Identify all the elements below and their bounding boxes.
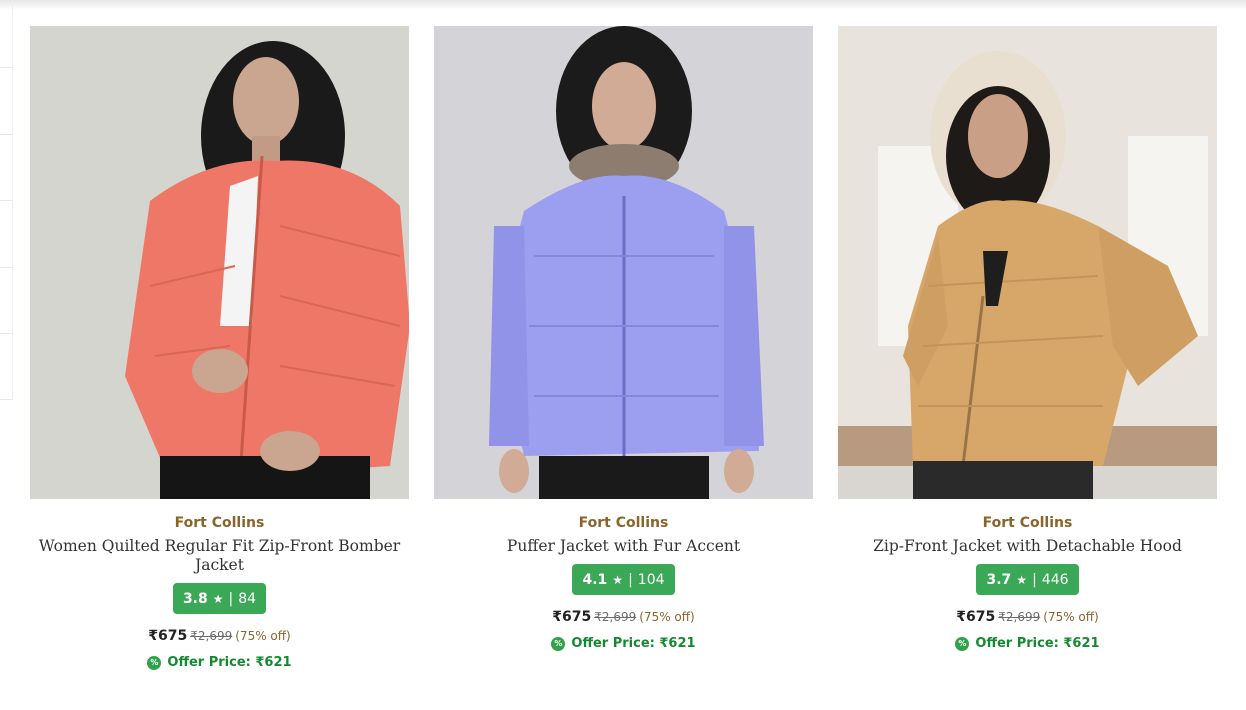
rating-score: 3.7 [986,571,1012,588]
product-image[interactable] [30,26,409,499]
product-photo-icon [838,26,1217,499]
price-row: ₹675 ₹2,699 (75% off) [838,608,1217,627]
rating-badge: 3.7 ★ | 446 [976,564,1079,595]
selling-price: ₹675 [956,609,996,625]
rating-separator: | [628,571,633,588]
product-title[interactable]: Zip-Front Jacket with Detachable Hood [843,537,1213,556]
product-photo-icon [434,26,813,499]
star-icon: ★ [1016,572,1028,587]
selling-price: ₹675 [552,609,592,625]
filter-sidebar-edge [0,0,13,400]
product-grid: Fort Collins Women Quilted Regular Fit Z… [30,26,1217,670]
discount-label: (75% off) [1043,610,1099,624]
review-count: 84 [238,590,257,607]
rating-badge: 4.1 ★ | 104 [572,564,675,595]
rating-score: 3.8 [182,590,208,607]
offer-percent-icon: % [147,655,162,670]
review-count: 446 [1041,571,1069,588]
mrp-price: ₹2,699 [998,610,1041,624]
star-icon: ★ [612,572,624,587]
mrp-price: ₹2,699 [594,610,637,624]
offer-price: Offer Price: ₹621 [975,636,1100,651]
rating-badge: 3.8 ★ | 84 [172,583,267,614]
product-brand: Fort Collins [982,515,1073,531]
price-row: ₹675 ₹2,699 (75% off) [30,627,409,646]
product-card[interactable]: Fort Collins Women Quilted Regular Fit Z… [30,26,409,670]
price-row: ₹675 ₹2,699 (75% off) [434,608,813,627]
product-photo-icon [30,26,409,499]
mrp-price: ₹2,699 [190,629,233,643]
rating-separator: | [228,590,234,607]
product-brand: Fort Collins [578,515,669,531]
product-brand: Fort Collins [174,515,265,531]
star-icon: ★ [212,591,224,606]
discount-label: (75% off) [639,610,695,624]
offer-price-row: % Offer Price: ₹621 [955,636,1100,651]
product-image[interactable] [434,26,813,499]
offer-price-row: % Offer Price: ₹621 [147,655,292,670]
rating-score: 4.1 [582,571,608,588]
product-title[interactable]: Women Quilted Regular Fit Zip-Front Bomb… [35,537,405,575]
product-title[interactable]: Puffer Jacket with Fur Accent [439,537,809,556]
offer-price: Offer Price: ₹621 [167,655,292,670]
offer-percent-icon: % [551,636,566,651]
selling-price: ₹675 [148,628,188,644]
rating-separator: | [1032,571,1037,588]
offer-price-row: % Offer Price: ₹621 [551,636,696,651]
product-image[interactable] [838,26,1217,499]
product-card[interactable]: Fort Collins Zip-Front Jacket with Detac… [838,26,1217,670]
discount-label: (75% off) [235,629,291,643]
review-count: 104 [637,571,665,588]
product-card[interactable]: Fort Collins Puffer Jacket with Fur Acce… [434,26,813,670]
page-top-shadow [0,0,1246,10]
offer-price: Offer Price: ₹621 [571,636,696,651]
offer-percent-icon: % [955,636,970,651]
